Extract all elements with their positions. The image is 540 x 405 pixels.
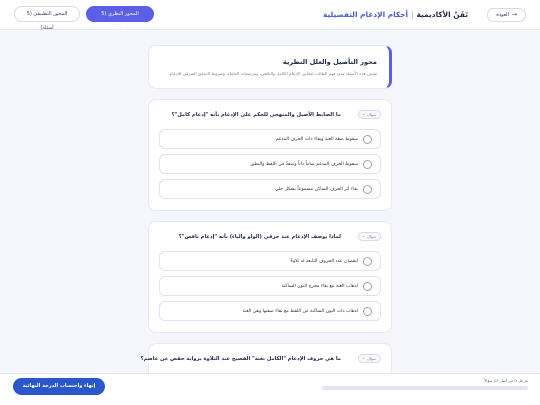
- back-button[interactable]: → العودة: [487, 8, 526, 22]
- answer-label: بقاء أثر الحرف الساكن مسموعاً بشكل جلي: [274, 187, 358, 192]
- quiz-content: محور التأصيل والعلل النظرية تقيس هذه الأ…: [141, 45, 392, 389]
- progress-text: تم حل 0 من أصل 15 سؤالاً: [484, 378, 528, 383]
- dot-icon: •: [362, 233, 366, 239]
- answer-option[interactable]: لذهاب ذات النون الساكنة من اللفظ مع بقاء…: [159, 301, 381, 321]
- radio-button[interactable]: [363, 135, 372, 144]
- answer-option[interactable]: سقوط الحرف المدغم تماماً ذاتاً وصفةً في …: [159, 154, 381, 174]
- academy-name: تَقَنْ الأكاديمية: [416, 10, 468, 19]
- question-text: ما الضابط الأصيل والمنهجي للحكم على الإد…: [171, 112, 341, 118]
- answer-option[interactable]: لذهاب الغنة مع بقاء مخرج النون الساكنة: [159, 276, 381, 296]
- answer-options: لنقصان عدد الحروف التابعة له تلاوةً لذها…: [159, 251, 381, 326]
- bottom-bar: إنهاء واحتساب الدرجة النهائية تم حل 0 من…: [0, 373, 540, 405]
- radio-button[interactable]: [363, 282, 372, 291]
- answer-option[interactable]: بقاء أثر الحرف الساكن مسموعاً بشكل جلي: [159, 179, 381, 199]
- radio-button[interactable]: [363, 160, 372, 169]
- top-header: → العودة تَقَنْ الأكاديمية | أحكام الإدغ…: [0, 0, 540, 33]
- question-badge: سؤال •: [357, 110, 381, 119]
- dot-icon: •: [362, 111, 366, 117]
- section-heading: محور التأصيل والعلل النظرية: [282, 58, 377, 66]
- answer-label: لذهاب الغنة مع بقاء مخرج النون الساكنة: [281, 284, 358, 289]
- section-description: تقيس هذه الأسئلة مدى فهم الطالب لمعايير …: [168, 71, 377, 76]
- arrow-right-icon: →: [511, 11, 517, 18]
- page-title: تَقَنْ الأكاديمية | أحكام الإدغام التفصي…: [323, 8, 468, 21]
- question-badge: سؤال •: [357, 232, 381, 241]
- question-badge: سؤال •: [357, 354, 381, 363]
- tab-theory[interactable]: المحور النظري (5 أسئلة): [86, 6, 154, 33]
- question-text: ما هي حروف الإدغام "الكامل بغنة" الفصيح …: [140, 356, 341, 362]
- answer-options: سقوط صفة الغنة وبقاء ذات الحرف المدغم سق…: [159, 129, 381, 204]
- radio-button[interactable]: [363, 185, 372, 194]
- title-separator: |: [411, 10, 414, 19]
- answer-label: سقوط صفة الغنة وبقاء ذات الحرف المدغم: [275, 137, 358, 142]
- section-intro-card: محور التأصيل والعلل النظرية تقيس هذه الأ…: [148, 45, 392, 89]
- dot-icon: •: [362, 355, 366, 361]
- question-card-1: سؤال • ما الضابط الأصيل والمنهجي للحكم ع…: [148, 99, 392, 211]
- question-text: لماذا يوصف الإدغام عند حرفي (الواو واليا…: [178, 234, 341, 240]
- course-name: أحكام الإدغام التفصيلية: [323, 10, 409, 19]
- progress-bar: [322, 386, 528, 390]
- finish-quiz-button[interactable]: إنهاء واحتساب الدرجة النهائية: [13, 378, 105, 395]
- answer-label: لنقصان عدد الحروف التابعة له تلاوةً: [290, 259, 358, 264]
- radio-button[interactable]: [363, 307, 372, 316]
- tab-applied[interactable]: المحور التطبيقي (5 أسئلة): [14, 6, 80, 31]
- radio-button[interactable]: [363, 257, 372, 266]
- question-card-2: سؤال • لماذا يوصف الإدغام عند حرفي (الوا…: [148, 221, 392, 333]
- answer-label: سقوط الحرف المدغم تماماً ذاتاً وصفةً في …: [250, 162, 358, 167]
- answer-label: لذهاب ذات النون الساكنة من اللفظ مع بقاء…: [242, 309, 358, 314]
- answer-option[interactable]: سقوط صفة الغنة وبقاء ذات الحرف المدغم: [159, 129, 381, 149]
- back-button-label: العودة: [496, 12, 509, 18]
- answer-option[interactable]: لنقصان عدد الحروف التابعة له تلاوةً: [159, 251, 381, 271]
